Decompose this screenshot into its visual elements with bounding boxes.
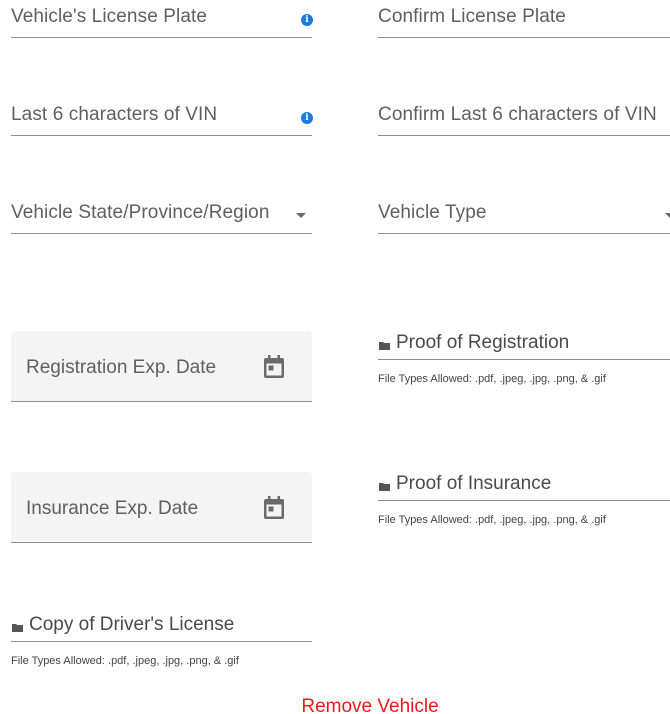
folder-icon — [12, 624, 23, 632]
info-icon[interactable]: i — [301, 112, 313, 124]
info-icon[interactable]: i — [301, 14, 313, 26]
vehicle-type-label: Vehicle Type — [378, 202, 487, 223]
vehicle-state-label: Vehicle State/Province/Region — [11, 202, 270, 223]
drivers-license-upload[interactable]: Copy of Driver's License — [11, 612, 312, 642]
proof-of-insurance-label: Proof of Insurance — [396, 473, 552, 494]
proof-of-registration-hint: File Types Allowed: .pdf, .jpeg, .jpg, .… — [378, 373, 606, 385]
vin-last6-label: Last 6 characters of VIN — [11, 104, 218, 125]
vehicle-type-select[interactable]: Vehicle Type — [378, 196, 670, 234]
folder-icon — [379, 342, 390, 350]
proof-of-registration-upload[interactable]: Proof of Registration — [378, 330, 670, 360]
folder-icon — [379, 483, 390, 491]
proof-of-insurance-hint: File Types Allowed: .pdf, .jpeg, .jpg, .… — [378, 514, 606, 526]
drivers-license-label: Copy of Driver's License — [29, 614, 235, 635]
vin-last6-input[interactable]: Last 6 characters of VIN i — [11, 98, 313, 136]
confirm-license-plate-input[interactable]: Confirm License Plate — [378, 0, 670, 38]
calendar-icon[interactable] — [263, 496, 285, 520]
proof-of-registration-label: Proof of Registration — [396, 332, 570, 353]
proof-of-insurance-upload[interactable]: Proof of Insurance — [378, 471, 670, 501]
insurance-exp-date-input[interactable]: Insurance Exp. Date — [11, 472, 312, 543]
drivers-license-hint: File Types Allowed: .pdf, .jpeg, .jpg, .… — [11, 655, 239, 667]
remove-vehicle-button[interactable]: Remove Vehicle — [0, 696, 670, 714]
vehicle-form: Vehicle's License Plate i Confirm Licens… — [0, 0, 670, 714]
confirm-license-plate-label: Confirm License Plate — [378, 6, 566, 27]
license-plate-input[interactable]: Vehicle's License Plate i — [11, 0, 313, 38]
registration-exp-date-input[interactable]: Registration Exp. Date — [11, 331, 312, 402]
license-plate-label: Vehicle's License Plate — [11, 6, 208, 27]
confirm-vin-last6-input[interactable]: Confirm Last 6 characters of VIN — [378, 98, 670, 136]
insurance-exp-date-label: Insurance Exp. Date — [26, 498, 199, 519]
registration-exp-date-label: Registration Exp. Date — [26, 357, 217, 378]
calendar-icon[interactable] — [263, 355, 285, 379]
confirm-vin-last6-label: Confirm Last 6 characters of VIN — [378, 104, 657, 125]
chevron-down-icon — [665, 213, 670, 218]
chevron-down-icon — [296, 213, 306, 218]
vehicle-state-select[interactable]: Vehicle State/Province/Region — [11, 196, 312, 234]
